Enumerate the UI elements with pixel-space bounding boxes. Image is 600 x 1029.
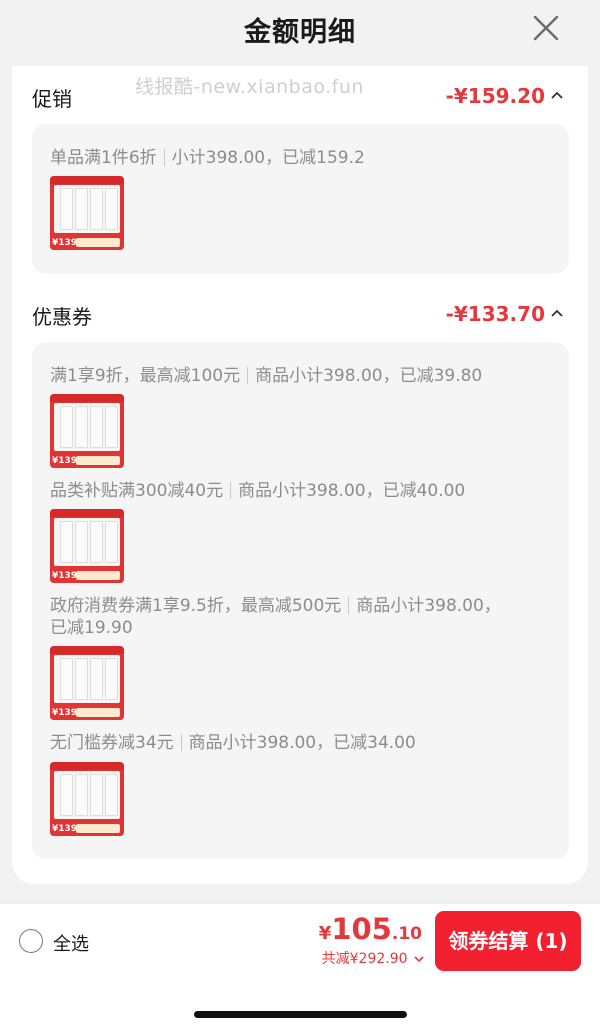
coupon-amount: -¥133.70: [445, 302, 545, 326]
divider: [163, 149, 165, 166]
product-thumbnail[interactable]: ¥139: [50, 762, 124, 836]
chevron-up-icon[interactable]: [550, 308, 564, 318]
coupon-rule: 满1享9折，最高减100元: [50, 366, 241, 386]
coupon-line: 品类补贴满300减40元 商品小计398.00，已减40.00: [50, 476, 465, 501]
product-thumbnail[interactable]: ¥139: [50, 509, 124, 583]
thumbnail-price: ¥139: [52, 238, 78, 248]
product-bag-graphic: [75, 658, 88, 700]
total-decimal: .10: [391, 924, 422, 944]
product-bag-graphic: [60, 658, 73, 700]
product-bag-graphic: [75, 188, 88, 230]
sheet-title: 金额明细: [244, 17, 356, 48]
home-indicator[interactable]: [194, 1011, 407, 1018]
product-bag-graphic: [90, 658, 103, 700]
thumbnail-promo-tag: [76, 708, 120, 717]
coupon-line: 满1享9折，最高减100元 商品小计398.00，已减39.80: [50, 361, 482, 386]
chevron-up-icon[interactable]: [550, 90, 564, 100]
coupon-detail: 商品小计398.00，已减40.00: [238, 481, 466, 501]
thumbnail-price: ¥139: [52, 571, 78, 581]
product-bag-graphic: [105, 658, 118, 700]
thumbnail-promo-tag: [76, 238, 120, 247]
product-bag-graphic: [90, 521, 103, 563]
thumbnail-price-strip: ¥139: [50, 233, 124, 250]
coupon-detail-wrap: 已减19.90: [50, 618, 133, 638]
thumbnail-price-strip: ¥139: [50, 451, 124, 468]
product-image: [54, 518, 120, 566]
coupon-title: 优惠券: [32, 305, 92, 329]
select-all-radio[interactable]: [19, 929, 43, 953]
coupon-line: 无门槛券减34元 商品小计398.00，已减34.00: [50, 728, 416, 753]
product-bag-graphic: [105, 521, 118, 563]
product-thumbnail[interactable]: ¥139: [50, 646, 124, 720]
thumbnail-promo-tag: [76, 456, 120, 465]
checkout-bar: 全选 ¥105.10 共减¥292.90 领券结算 (1): [0, 903, 600, 1029]
sheet-header: 金额明细: [0, 0, 600, 66]
watermark: 线报酷-new.xianbao.fun: [135, 76, 364, 98]
product-bag-graphic: [60, 188, 73, 230]
product-bag-graphic: [60, 774, 73, 816]
product-bag-graphic: [105, 406, 118, 448]
checkout-button[interactable]: 领券结算 (1): [435, 911, 581, 971]
product-image: [54, 771, 120, 819]
product-bag-graphic: [105, 774, 118, 816]
divider: [180, 734, 182, 751]
thumbnail-promo-tag: [76, 824, 120, 833]
thumbnail-price-strip: ¥139: [50, 819, 124, 836]
product-image: [54, 185, 120, 233]
chevron-down-icon: [414, 956, 424, 963]
product-bag-graphic: [60, 521, 73, 563]
total-integer: 105: [331, 912, 392, 946]
total-price: ¥105.10: [319, 912, 422, 946]
product-image: [54, 655, 120, 703]
product-bag-graphic: [90, 406, 103, 448]
thumbnail-banner: [50, 176, 124, 184]
promotion-rule: 单品满1件6折: [50, 148, 157, 168]
product-bag-graphic: [75, 521, 88, 563]
product-bag-graphic: [105, 188, 118, 230]
coupon-detail: 商品小计398.00，已减39.80: [255, 366, 483, 386]
thumbnail-promo-tag: [76, 571, 120, 580]
thumbnail-price: ¥139: [52, 456, 78, 466]
coupon-rule: 品类补贴满300减40元: [50, 481, 224, 501]
product-bag-graphic: [90, 188, 103, 230]
promotion-line: 单品满1件6折 小计398.00，已减159.2: [50, 143, 365, 168]
close-icon[interactable]: [530, 12, 562, 44]
saved-text: 共减¥292.90: [321, 951, 408, 967]
thumbnail-banner: [50, 509, 124, 517]
promotion-amount: -¥159.20: [445, 84, 545, 108]
product-bag-graphic: [60, 406, 73, 448]
product-image: [54, 403, 120, 451]
product-thumbnail[interactable]: ¥139: [50, 176, 124, 250]
coupon-detail: 商品小计398.00，已减34.00: [188, 733, 416, 753]
thumbnail-price-strip: ¥139: [50, 703, 124, 720]
currency-symbol: ¥: [318, 923, 332, 944]
divider: [230, 482, 232, 499]
product-bag-graphic: [75, 774, 88, 816]
divider: [348, 597, 350, 614]
product-bag-graphic: [90, 774, 103, 816]
thumbnail-price-strip: ¥139: [50, 566, 124, 583]
promotion-detail: 小计398.00，已减159.2: [171, 148, 365, 168]
thumbnail-banner: [50, 762, 124, 770]
thumbnail-banner: [50, 646, 124, 654]
coupon-detail: 商品小计398.00，: [356, 596, 501, 616]
thumbnail-banner: [50, 394, 124, 402]
thumbnail-price: ¥139: [52, 824, 78, 834]
total-saved[interactable]: 共减¥292.90: [322, 948, 424, 968]
product-thumbnail[interactable]: ¥139: [50, 394, 124, 468]
promotion-title: 促销: [32, 87, 72, 111]
thumbnail-price: ¥139: [52, 708, 78, 718]
select-all-label[interactable]: 全选: [53, 930, 89, 956]
coupon-rule: 无门槛券减34元: [50, 733, 174, 753]
product-bag-graphic: [75, 406, 88, 448]
divider: [247, 367, 249, 384]
